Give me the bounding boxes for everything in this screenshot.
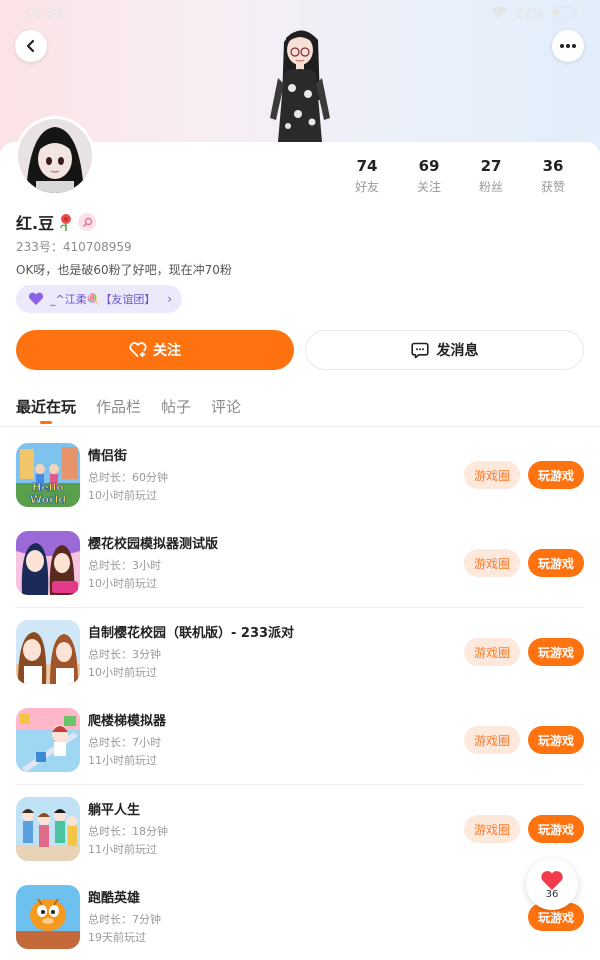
friend-group-chip[interactable]: _^江柔🍭【友谊团】 ›: [16, 285, 182, 313]
play-game-button[interactable]: 玩游戏: [528, 638, 584, 666]
chevron-left-icon: [26, 39, 35, 53]
character-3d-avatar[interactable]: [262, 22, 338, 142]
tab-active-indicator: [40, 421, 52, 424]
user-id: 233号：410708959: [16, 240, 132, 254]
battery-icon: [552, 6, 577, 18]
game-title: 躺平人生: [88, 803, 141, 818]
game-last-played: 11小时前玩过: [88, 754, 157, 767]
status-time: 06:30: [26, 4, 62, 20]
heart-plus-icon: [129, 342, 147, 358]
more-dots-icon: [560, 44, 576, 48]
tab-comments[interactable]: 评论: [211, 396, 241, 417]
game-circle-button[interactable]: 游戏圈: [464, 461, 520, 489]
game-list-item[interactable]: 自制樱花校园（联机版）- 233派对 总时长：3分钟 10小时前玩过 游戏圈 玩…: [0, 620, 600, 708]
game-last-played: 10小时前玩过: [88, 489, 157, 502]
stat-label: 粉丝: [478, 180, 503, 194]
play-game-button[interactable]: 玩游戏: [528, 549, 584, 577]
stat-label: 获赞: [540, 180, 565, 194]
stat-fans[interactable]: 27 粉丝: [460, 156, 522, 196]
game-last-played: 11小时前玩过: [88, 843, 157, 856]
game-circle-button[interactable]: 游戏圈: [464, 549, 520, 577]
purple-heart-icon: [28, 292, 44, 305]
stat-value: 74: [356, 157, 378, 175]
follow-label: 关注: [153, 343, 181, 359]
profile-tabs: 最近在玩 作品栏 帖子 评论: [0, 382, 600, 427]
stat-following[interactable]: 69 关注: [398, 156, 460, 196]
heart-icon: [541, 870, 563, 890]
stat-value: 27: [480, 157, 502, 175]
game-circle-button[interactable]: 游戏圈: [464, 638, 520, 666]
game-duration: 总时长：3小时: [88, 559, 161, 572]
nickname-row: 红.豆: [16, 210, 97, 234]
game-icon-couple-street: Hello World: [16, 443, 80, 507]
game-duration: 总时长：3分钟: [88, 648, 161, 661]
game-list-item[interactable]: Hello World 情侣街 总时长：60分钟 10小时前玩过 游戏圈 玩游戏: [0, 443, 600, 531]
game-duration: 总时长：60分钟: [88, 471, 168, 484]
more-button[interactable]: [552, 30, 584, 62]
tab-works[interactable]: 作品栏: [96, 396, 141, 417]
game-icon-sakura-school-online: [16, 620, 80, 684]
game-duration: 总时长：18分钟: [88, 825, 168, 838]
battery-percent: 23%: [515, 4, 544, 20]
game-title: 樱花校园模拟器测试版: [88, 537, 219, 552]
game-circle-button[interactable]: 游戏圈: [464, 726, 520, 754]
floating-like-button[interactable]: 36: [526, 858, 578, 910]
game-list-item[interactable]: 樱花校园模拟器测试版 总时长：3小时 10小时前玩过 游戏圈 玩游戏: [0, 531, 600, 619]
stat-value: 69: [418, 157, 440, 175]
game-list-item[interactable]: 跑酷英雄 总时长：7分钟 19天前玩过 玩游戏: [0, 885, 600, 960]
svg-text:World: World: [30, 493, 66, 506]
game-list-item[interactable]: 躺平人生 总时长：18分钟 11小时前玩过 游戏圈 玩游戏: [0, 797, 600, 885]
avatar-image: [18, 119, 92, 193]
send-message-label: 发消息: [436, 343, 479, 359]
follow-button[interactable]: 关注: [16, 330, 294, 370]
stat-friends[interactable]: 74 好友: [336, 156, 398, 196]
stat-value: 36: [542, 157, 564, 175]
game-title: 自制樱花校园（联机版）- 233派对: [88, 626, 295, 641]
list-divider: [16, 784, 584, 785]
stat-label: 关注: [416, 180, 441, 194]
game-icon-stair-climb: [16, 708, 80, 772]
play-game-button[interactable]: 玩游戏: [528, 726, 584, 754]
play-game-button[interactable]: 玩游戏: [528, 461, 584, 489]
list-divider: [16, 607, 584, 608]
avatar[interactable]: [15, 116, 95, 196]
nickname: 红.豆: [16, 214, 55, 233]
game-icon-sakura-school-test: [16, 531, 80, 595]
game-circle-button[interactable]: 游戏圈: [464, 815, 520, 843]
rose-icon: [60, 214, 72, 231]
stat-label: 好友: [354, 180, 379, 194]
chat-bubble-icon: [410, 342, 429, 358]
game-last-played: 10小时前玩过: [88, 577, 157, 590]
game-list-item[interactable]: 爬楼梯模拟器 总时长：7小时 11小时前玩过 游戏圈 玩游戏: [0, 708, 600, 796]
game-duration: 总时长：7分钟: [88, 913, 161, 926]
gender-badge-icon: [78, 213, 97, 231]
tab-recent-play[interactable]: 最近在玩: [16, 396, 76, 417]
chevron-right-icon: ›: [167, 292, 172, 306]
like-count: 36: [545, 888, 559, 900]
game-title: 情侣街: [88, 449, 128, 464]
game-icon-parkour-hero: [16, 885, 80, 949]
game-icon-lie-flat-life: [16, 797, 80, 861]
play-game-button[interactable]: 玩游戏: [528, 815, 584, 843]
game-duration: 总时长：7小时: [88, 736, 161, 749]
back-button[interactable]: [15, 30, 47, 62]
game-title: 爬楼梯模拟器: [88, 714, 167, 729]
wifi-icon: [490, 6, 507, 18]
game-title: 跑酷英雄: [88, 891, 141, 906]
game-last-played: 19天前玩过: [88, 931, 146, 944]
group-chip-label: _^江柔🍭【友谊团】: [50, 293, 156, 306]
tab-posts[interactable]: 帖子: [161, 396, 191, 417]
profile-stats: 74 好友 69 关注 27 粉丝 36 获赞: [336, 156, 586, 196]
send-message-button[interactable]: 发消息: [305, 330, 584, 370]
user-bio: OK呀，也是破60粉了好吧，现在冲70粉: [16, 263, 232, 277]
game-last-played: 10小时前玩过: [88, 666, 157, 679]
stat-likes[interactable]: 36 获赞: [522, 156, 584, 196]
